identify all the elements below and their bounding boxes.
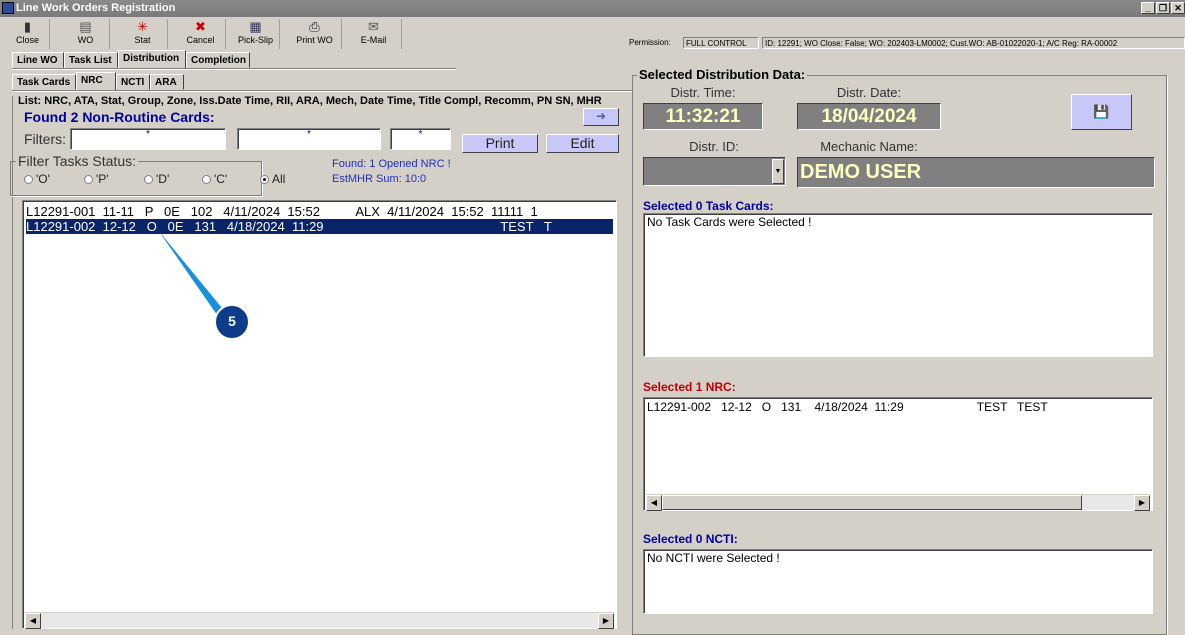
selected-nrc-box[interactable]: L12291-002 12-12 O 131 4/18/2024 11:29 T… [643, 397, 1153, 511]
radio-label: 'C' [214, 172, 228, 186]
tab-task-list[interactable]: Task List [64, 52, 118, 68]
radio-status-o[interactable]: 'O' [24, 172, 50, 186]
task-cards-title: Selected 0 Task Cards: [643, 199, 774, 213]
radio-label: 'D' [156, 172, 170, 186]
time-value: 11:32:21 [643, 103, 763, 130]
tab-completion[interactable]: Completion [186, 52, 250, 68]
tab-nrc[interactable]: NRC [76, 72, 116, 91]
filter-input-3[interactable]: * [390, 128, 451, 150]
dropdown-arrow-icon[interactable]: ▼ [772, 159, 784, 184]
radio-circle-icon [260, 175, 269, 184]
toolbar-label: WO [77, 35, 94, 45]
permission-label: Permission: [629, 38, 671, 47]
radio-label: All [272, 172, 286, 186]
scroll-right-icon[interactable]: ▶ [598, 613, 614, 629]
callout-pointer [158, 230, 250, 340]
arrow-right-icon: ➜ [595, 109, 607, 123]
scroll-left-icon[interactable]: ◀ [25, 613, 41, 629]
window-title: Line Work Orders Registration [16, 2, 176, 14]
filter-status-legend: Filter Tasks Status: [16, 153, 139, 169]
task-cards-box[interactable]: No Task Cards were Selected ! [643, 213, 1153, 357]
radio-circle-icon [144, 175, 153, 184]
toolbar-print-wo-button[interactable]: ⎙ Print WO [288, 19, 342, 49]
toolbar-label: Stat [134, 35, 151, 45]
list-item[interactable]: L12291-001 11-11 P 0E 102 4/11/2024 15:5… [26, 204, 613, 219]
toolbar-label: Pick-Slip [237, 35, 273, 45]
ncti-title: Selected 0 NCTI: [643, 532, 738, 546]
printer-icon: ⎙ [309, 19, 320, 34]
radio-circle-icon [84, 175, 93, 184]
filter-input-1[interactable]: * [70, 128, 226, 150]
selected-nrc-row[interactable]: L12291-002 12-12 O 131 4/18/2024 11:29 T… [647, 400, 1149, 415]
ncti-text: No NCTI were Selected ! [647, 551, 780, 565]
filters-label: Filters: [24, 131, 66, 147]
found-opened-text: Found: 1 Opened NRC ! [332, 158, 451, 170]
radio-circle-icon [202, 175, 211, 184]
toolbar-e-mail-button[interactable]: ✉ E-Mail [346, 19, 402, 49]
found-title: Found 2 Non-Routine Cards: [24, 109, 215, 125]
restore-button[interactable]: ❐ [1156, 2, 1170, 14]
radio-label: 'O' [36, 172, 50, 186]
nrc-title: Selected 1 NRC: [643, 380, 736, 394]
distr-id-combo[interactable]: ▼ [643, 157, 786, 186]
folder-icon: ▤ [79, 19, 92, 34]
radio-status-p[interactable]: 'P' [84, 172, 109, 186]
toolbar-pick-slip-button[interactable]: ▦ Pick-Slip [232, 19, 280, 49]
wo-info: ID: 12291; WO Close: False; WO: 202403-L… [762, 37, 1185, 49]
toolbar-label: E-Mail [360, 35, 387, 45]
pick-slip-icon: ▦ [249, 19, 262, 34]
scroll-right-icon[interactable]: ▶ [1134, 495, 1150, 511]
permission-value: FULL CONTROL [683, 37, 759, 49]
distribution-legend: Selected Distribution Data: [637, 67, 808, 82]
minimize-button[interactable]: _ [1141, 2, 1155, 14]
toolbar-label: Cancel [186, 35, 215, 45]
door-exit-icon: ▮ [23, 19, 32, 34]
ncti-box[interactable]: No NCTI were Selected ! [643, 549, 1153, 614]
tab-ncti[interactable]: NCTI [116, 74, 150, 90]
tab-line-wo[interactable]: Line WO [12, 52, 64, 68]
horizontal-scrollbar[interactable]: ◀ ▶ [646, 494, 1150, 511]
toolbar-cancel-button[interactable]: ✖ Cancel [176, 19, 226, 49]
horizontal-scrollbar[interactable]: ◀ ▶ [25, 612, 614, 629]
tab-ara[interactable]: ARA [150, 74, 184, 90]
est-mhr-text: EstMHR Sum: 10:0 [332, 173, 427, 185]
radio-status-d[interactable]: 'D' [144, 172, 169, 186]
task-cards-text: No Task Cards were Selected ! [647, 215, 812, 229]
time-label: Distr. Time: [670, 85, 736, 100]
floppy-disk-icon: 💾 [1093, 104, 1110, 119]
toolbar-label: Print WO [296, 35, 333, 45]
app-icon [2, 2, 14, 14]
callout-number: 5 [228, 313, 236, 329]
mechanic-value: DEMO USER [797, 157, 1155, 188]
distr-id-label: Distr. ID: [689, 139, 739, 154]
radio-circle-icon [24, 175, 33, 184]
radio-status-all[interactable]: All [260, 172, 285, 186]
tab-task-cards[interactable]: Task Cards [12, 74, 76, 90]
scroll-thumb[interactable] [662, 495, 1082, 510]
filter-input-2[interactable]: * [237, 128, 381, 150]
save-button[interactable]: 💾 [1071, 94, 1132, 130]
date-label: Distr. Date: [836, 85, 902, 100]
date-value: 18/04/2024 [797, 103, 941, 130]
toolbar-wo-button[interactable]: ▤ WO [62, 19, 110, 49]
stat-icon: ✳ [137, 19, 148, 34]
scroll-left-icon[interactable]: ◀ [646, 495, 662, 511]
title-bar: Line Work Orders Registration [0, 0, 1185, 17]
toolbar-label: Close [15, 35, 39, 45]
radio-label: 'P' [96, 172, 109, 186]
envelope-icon: ✉ [368, 19, 379, 34]
print-button[interactable]: Print [462, 134, 538, 153]
arrow-right-button[interactable]: ➜ [583, 108, 619, 126]
list-header: List: NRC, ATA, Stat, Group, Zone, Iss.D… [18, 95, 602, 107]
mechanic-label: Mechanic Name: [820, 139, 918, 154]
tab-distribution[interactable]: Distribution [118, 50, 186, 69]
nrc-list[interactable]: L12291-001 11-11 P 0E 102 4/11/2024 15:5… [22, 200, 617, 629]
edit-button[interactable]: Edit [546, 134, 619, 153]
toolbar-close-button[interactable]: ▮ Close [6, 19, 50, 49]
close-window-button[interactable]: ✕ [1171, 2, 1185, 14]
toolbar-stat-button[interactable]: ✳ Stat [118, 19, 168, 49]
radio-status-c[interactable]: 'C' [202, 172, 227, 186]
list-item-selected[interactable]: L12291-002 12-12 O 0E 131 4/18/2024 11:2… [26, 219, 613, 234]
cancel-x-icon: ✖ [195, 19, 206, 34]
